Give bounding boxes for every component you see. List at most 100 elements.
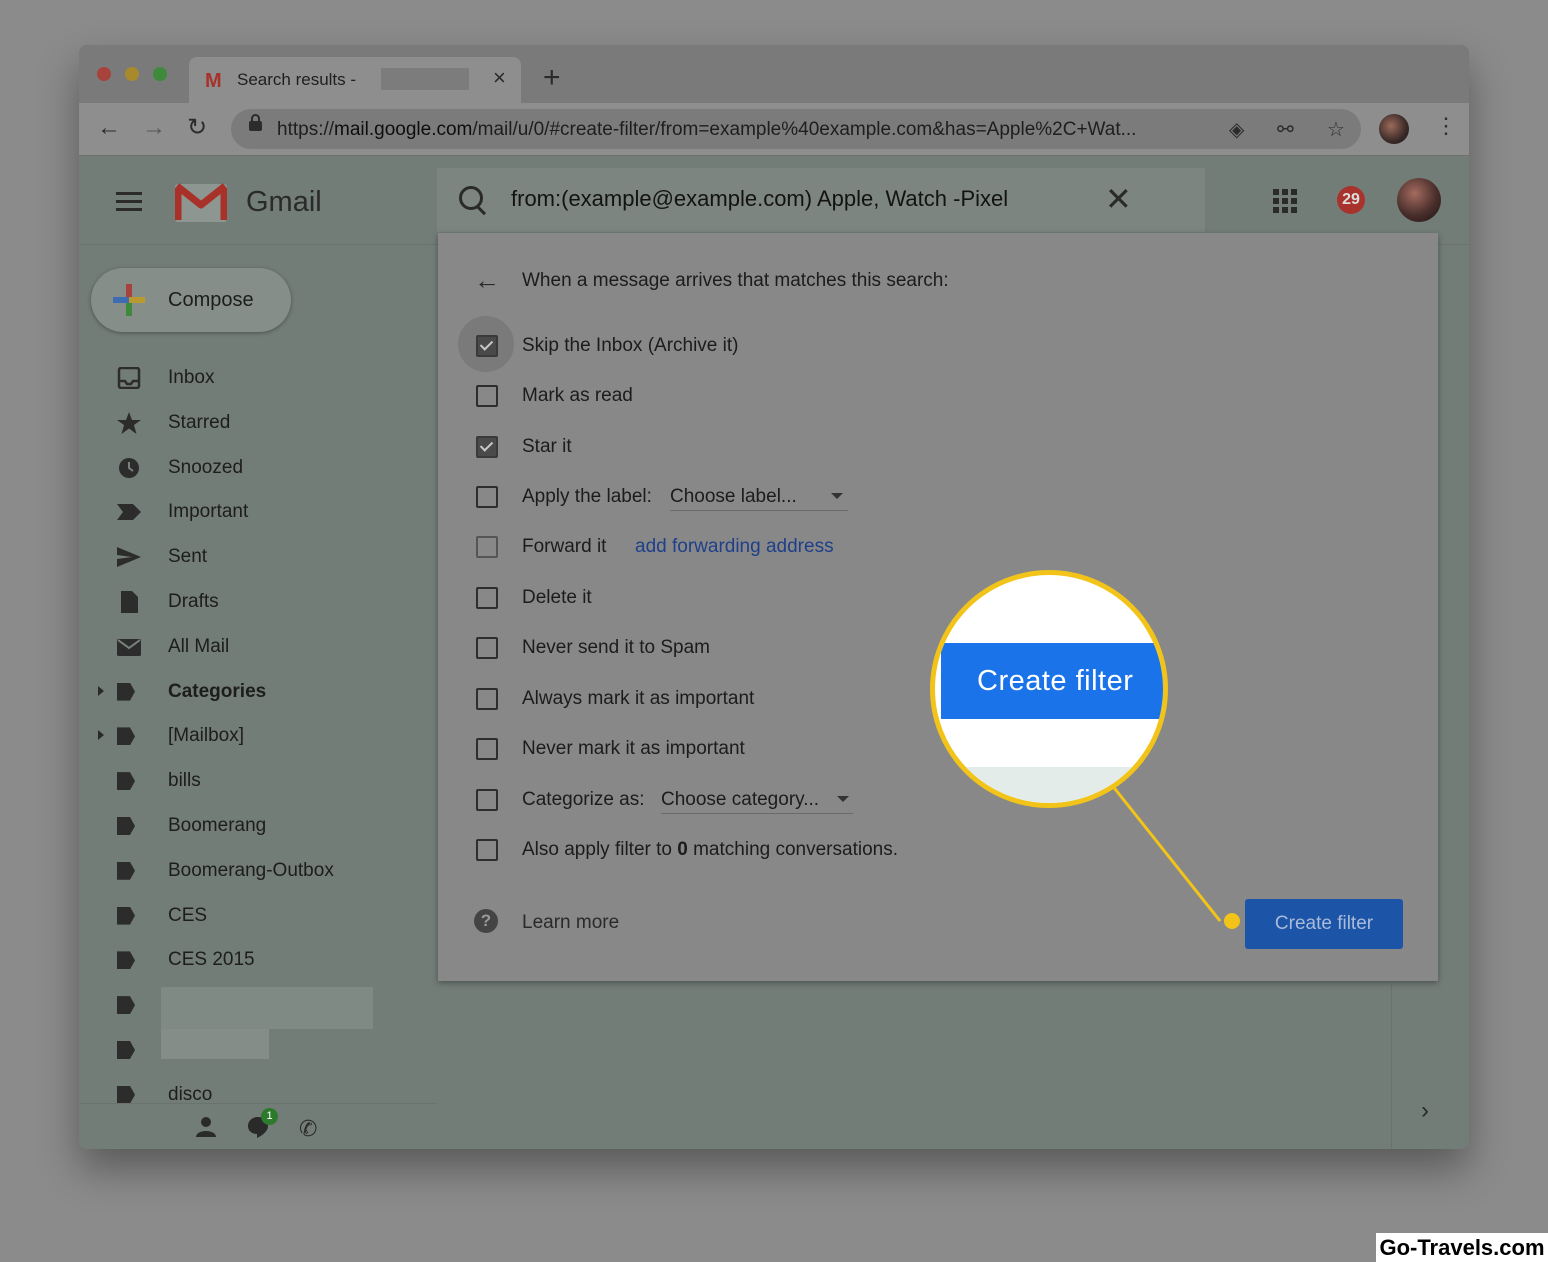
gmail-logo-icon — [175, 183, 227, 222]
reload-icon[interactable]: ↻ — [187, 115, 207, 141]
sidebar-item-ces[interactable]: CES — [79, 895, 437, 940]
back-arrow-icon[interactable]: ← — [474, 265, 500, 296]
label-icon — [117, 682, 135, 701]
sidebar-item-categories[interactable]: Categories — [79, 671, 437, 716]
sidebar-item-bills[interactable]: bills — [79, 760, 437, 805]
option-also-apply[interactable]: Also apply filter to 0 matching conversa… — [438, 833, 1438, 873]
clear-search-icon[interactable]: ✕ — [1105, 180, 1132, 218]
star-it-checkbox[interactable] — [476, 436, 498, 458]
forward-it-checkbox[interactable] — [476, 536, 498, 558]
notifications-badge[interactable]: 29 — [1337, 186, 1365, 214]
main-menu-icon[interactable] — [116, 192, 142, 216]
close-window-button[interactable] — [97, 67, 111, 81]
never-spam-checkbox[interactable] — [476, 637, 498, 659]
apply-label-checkbox[interactable] — [476, 486, 498, 508]
option-skip-inbox[interactable]: Skip the Inbox (Archive it) — [438, 316, 1438, 372]
sidebar-item-all-mail[interactable]: All Mail — [79, 626, 437, 671]
option-delete-it[interactable]: Delete it — [438, 581, 1438, 621]
label-icon — [117, 996, 135, 1015]
label-icon — [117, 772, 135, 791]
always-important-checkbox[interactable] — [476, 688, 498, 710]
sidebar-item-important[interactable]: Important — [79, 491, 437, 536]
navigation-bar: ← → ↻ https://mail.google.com/mail/u/0/#… — [79, 103, 1469, 156]
new-tab-button[interactable]: + — [543, 63, 561, 93]
maximize-window-button[interactable] — [153, 67, 167, 81]
bookmark-star-icon[interactable]: ☆ — [1327, 117, 1345, 142]
account-avatar[interactable] — [1397, 178, 1441, 222]
google-apps-icon[interactable] — [1273, 189, 1297, 213]
browser-profile-avatar[interactable] — [1379, 114, 1409, 144]
label-icon — [117, 1040, 135, 1059]
url-text[interactable]: https://mail.google.com/mail/u/0/#create… — [277, 119, 1217, 141]
sidebar-item-ces-2015[interactable]: CES 2015 — [79, 939, 437, 984]
lock-icon — [249, 114, 262, 131]
browser-window: M Search results - × + ← → ↻ https://mai… — [79, 45, 1469, 1149]
gmail-favicon-icon: M — [205, 70, 222, 92]
also-apply-checkbox[interactable] — [476, 839, 498, 861]
mail-icon — [117, 638, 141, 656]
help-icon[interactable]: ? — [474, 909, 498, 933]
option-apply-label[interactable]: Apply the label: Choose label... — [438, 480, 1438, 520]
expand-arrow-icon[interactable] — [98, 730, 104, 741]
key-icon[interactable]: ⚯ — [1277, 117, 1294, 142]
sidebar-item-snoozed[interactable]: Snoozed — [79, 447, 437, 492]
compose-plus-icon — [113, 284, 145, 316]
never-important-checkbox[interactable] — [476, 738, 498, 760]
redacted-tab-text — [381, 68, 469, 90]
sidebar-item-starred[interactable]: Starred — [79, 402, 437, 447]
back-arrow-icon[interactable]: ← — [97, 115, 121, 141]
sidebar-item-drafts[interactable]: Drafts — [79, 581, 437, 626]
delete-it-checkbox[interactable] — [476, 587, 498, 609]
phone-icon[interactable]: ✆ — [299, 1116, 317, 1142]
sidebar-item-sent[interactable]: Sent — [79, 536, 437, 581]
label-select[interactable]: Choose label... — [670, 480, 848, 511]
send-icon — [117, 547, 141, 568]
create-filter-button[interactable]: Create filter — [1245, 899, 1403, 949]
skip-inbox-checkbox[interactable] — [476, 335, 498, 357]
mark-as-read-checkbox[interactable] — [476, 385, 498, 407]
contacts-icon[interactable] — [195, 1116, 217, 1138]
label-icon — [117, 1085, 135, 1104]
forward-arrow-icon[interactable]: → — [142, 115, 166, 141]
search-input[interactable]: from:(example@example.com) Apple, Watch … — [511, 186, 1008, 212]
option-never-important[interactable]: Never mark it as important — [438, 732, 1438, 772]
categorize-checkbox[interactable] — [476, 789, 498, 811]
zoom-background — [935, 767, 1163, 803]
sidebar-item-inbox[interactable]: Inbox — [79, 357, 437, 402]
sidebar-item-mailbox[interactable]: [Mailbox] — [79, 715, 437, 760]
important-icon — [117, 504, 141, 521]
close-tab-icon[interactable]: × — [493, 65, 506, 91]
browser-menu-icon[interactable]: ⋮ — [1435, 113, 1457, 139]
gmail-header: Gmail from:(example@example.com) Apple, … — [79, 156, 1469, 245]
category-select[interactable]: Choose category... — [661, 783, 853, 814]
star-icon — [117, 411, 141, 434]
sidebar-item-boomerang-outbox[interactable]: Boomerang-Outbox — [79, 850, 437, 895]
minimize-window-button[interactable] — [125, 67, 139, 81]
callout-pointer-dot — [1224, 913, 1240, 929]
label-icon — [117, 861, 135, 880]
redacted-label — [161, 987, 373, 1029]
option-mark-as-read[interactable]: Mark as read — [438, 379, 1438, 419]
browser-tab[interactable]: M Search results - × — [189, 57, 521, 103]
chevron-right-icon[interactable]: › — [1421, 1097, 1429, 1125]
label-icon — [117, 951, 135, 970]
add-forwarding-address-link[interactable]: add forwarding address — [635, 536, 834, 558]
search-bar[interactable]: from:(example@example.com) Apple, Watch … — [437, 168, 1205, 232]
sidebar-item-boomerang[interactable]: Boomerang — [79, 805, 437, 850]
watermark: Go-Travels.com — [1376, 1233, 1548, 1262]
redacted-label — [161, 1029, 269, 1059]
title-bar: M Search results - × + — [79, 45, 1469, 103]
zoom-callout: Create filter — [930, 570, 1168, 808]
search-icon[interactable] — [459, 186, 483, 210]
sidebar-footer: 1 ✆ — [79, 1103, 437, 1149]
compose-button[interactable]: Compose — [91, 268, 291, 332]
learn-more-link[interactable]: Learn more — [522, 912, 619, 934]
option-forward-it[interactable]: Forward it add forwarding address — [438, 530, 1438, 570]
option-star-it[interactable]: Star it — [438, 430, 1438, 470]
extension-icon[interactable]: ◈ — [1229, 117, 1244, 142]
tab-title: Search results - — [237, 70, 357, 89]
label-icon — [117, 816, 135, 835]
expand-arrow-icon[interactable] — [98, 685, 104, 696]
dropdown-caret-icon — [831, 493, 843, 499]
address-bar[interactable]: https://mail.google.com/mail/u/0/#create… — [231, 109, 1361, 149]
